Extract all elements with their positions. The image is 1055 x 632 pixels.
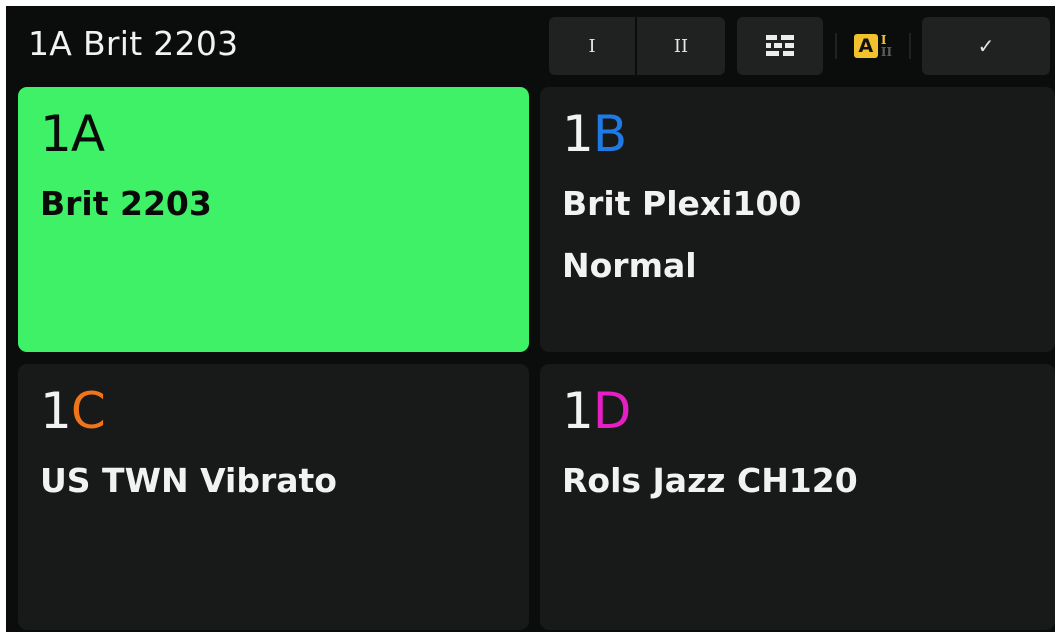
- preset-name-line: Rols Jazz CH120: [562, 461, 858, 500]
- tab-ii-label: II: [673, 35, 689, 57]
- preset-tile-1c[interactable]: 1C US TWN Vibrato: [18, 364, 529, 630]
- divider: [909, 33, 911, 59]
- tab-i-label: I: [588, 35, 596, 57]
- slot-letter: D: [592, 382, 632, 440]
- slot-label: 1D: [562, 382, 632, 440]
- divider: [835, 33, 837, 59]
- slot-label: 1B: [562, 105, 627, 163]
- ab-toggle-button[interactable]: A I II: [835, 17, 911, 75]
- bank-number: 1: [40, 105, 72, 163]
- preset-tile-1d[interactable]: 1D Rols Jazz CH120: [540, 364, 1055, 630]
- preset-name-line: Brit Plexi100: [562, 184, 802, 223]
- preset-tile-1a[interactable]: 1A Brit 2203: [18, 87, 529, 352]
- ab-indicator: I II: [881, 34, 892, 58]
- preset-name-line: Normal: [562, 246, 697, 285]
- preset-name: Brit 2203: [40, 173, 212, 235]
- grid-layout-icon: [766, 35, 794, 56]
- layout-button[interactable]: [737, 17, 823, 75]
- preset-name-line: US TWN Vibrato: [40, 461, 337, 500]
- header-bar: 1A Brit 2203 I II A I II ✓: [6, 6, 1055, 84]
- preset-name: Brit Plexi100 Normal: [562, 173, 801, 297]
- tab-ii-button[interactable]: II: [637, 17, 725, 75]
- slot-letter: C: [70, 382, 106, 440]
- bank-number: 1: [562, 382, 594, 440]
- preset-name: US TWN Vibrato: [40, 450, 337, 512]
- preset-tile-1b[interactable]: 1B Brit Plexi100 Normal: [540, 87, 1055, 352]
- bank-number: 1: [562, 105, 594, 163]
- slot-letter: B: [592, 105, 627, 163]
- ab-badge: A: [853, 34, 878, 58]
- slot-label: 1A: [40, 105, 105, 163]
- preset-name: Rols Jazz CH120: [562, 450, 858, 512]
- slot-letter: A: [70, 105, 105, 163]
- tab-i-button[interactable]: I: [549, 17, 635, 75]
- check-icon: ✓: [977, 34, 995, 58]
- page-title: 1A Brit 2203: [28, 24, 239, 63]
- preset-screen: 1A Brit 2203 I II A I II ✓ 1A Brit 2203 …: [6, 6, 1055, 632]
- bank-number: 1: [40, 382, 72, 440]
- slot-label: 1C: [40, 382, 106, 440]
- preset-name-line: Brit 2203: [40, 184, 212, 223]
- confirm-button[interactable]: ✓: [922, 17, 1050, 75]
- ab-indicator-bottom: II: [880, 45, 893, 59]
